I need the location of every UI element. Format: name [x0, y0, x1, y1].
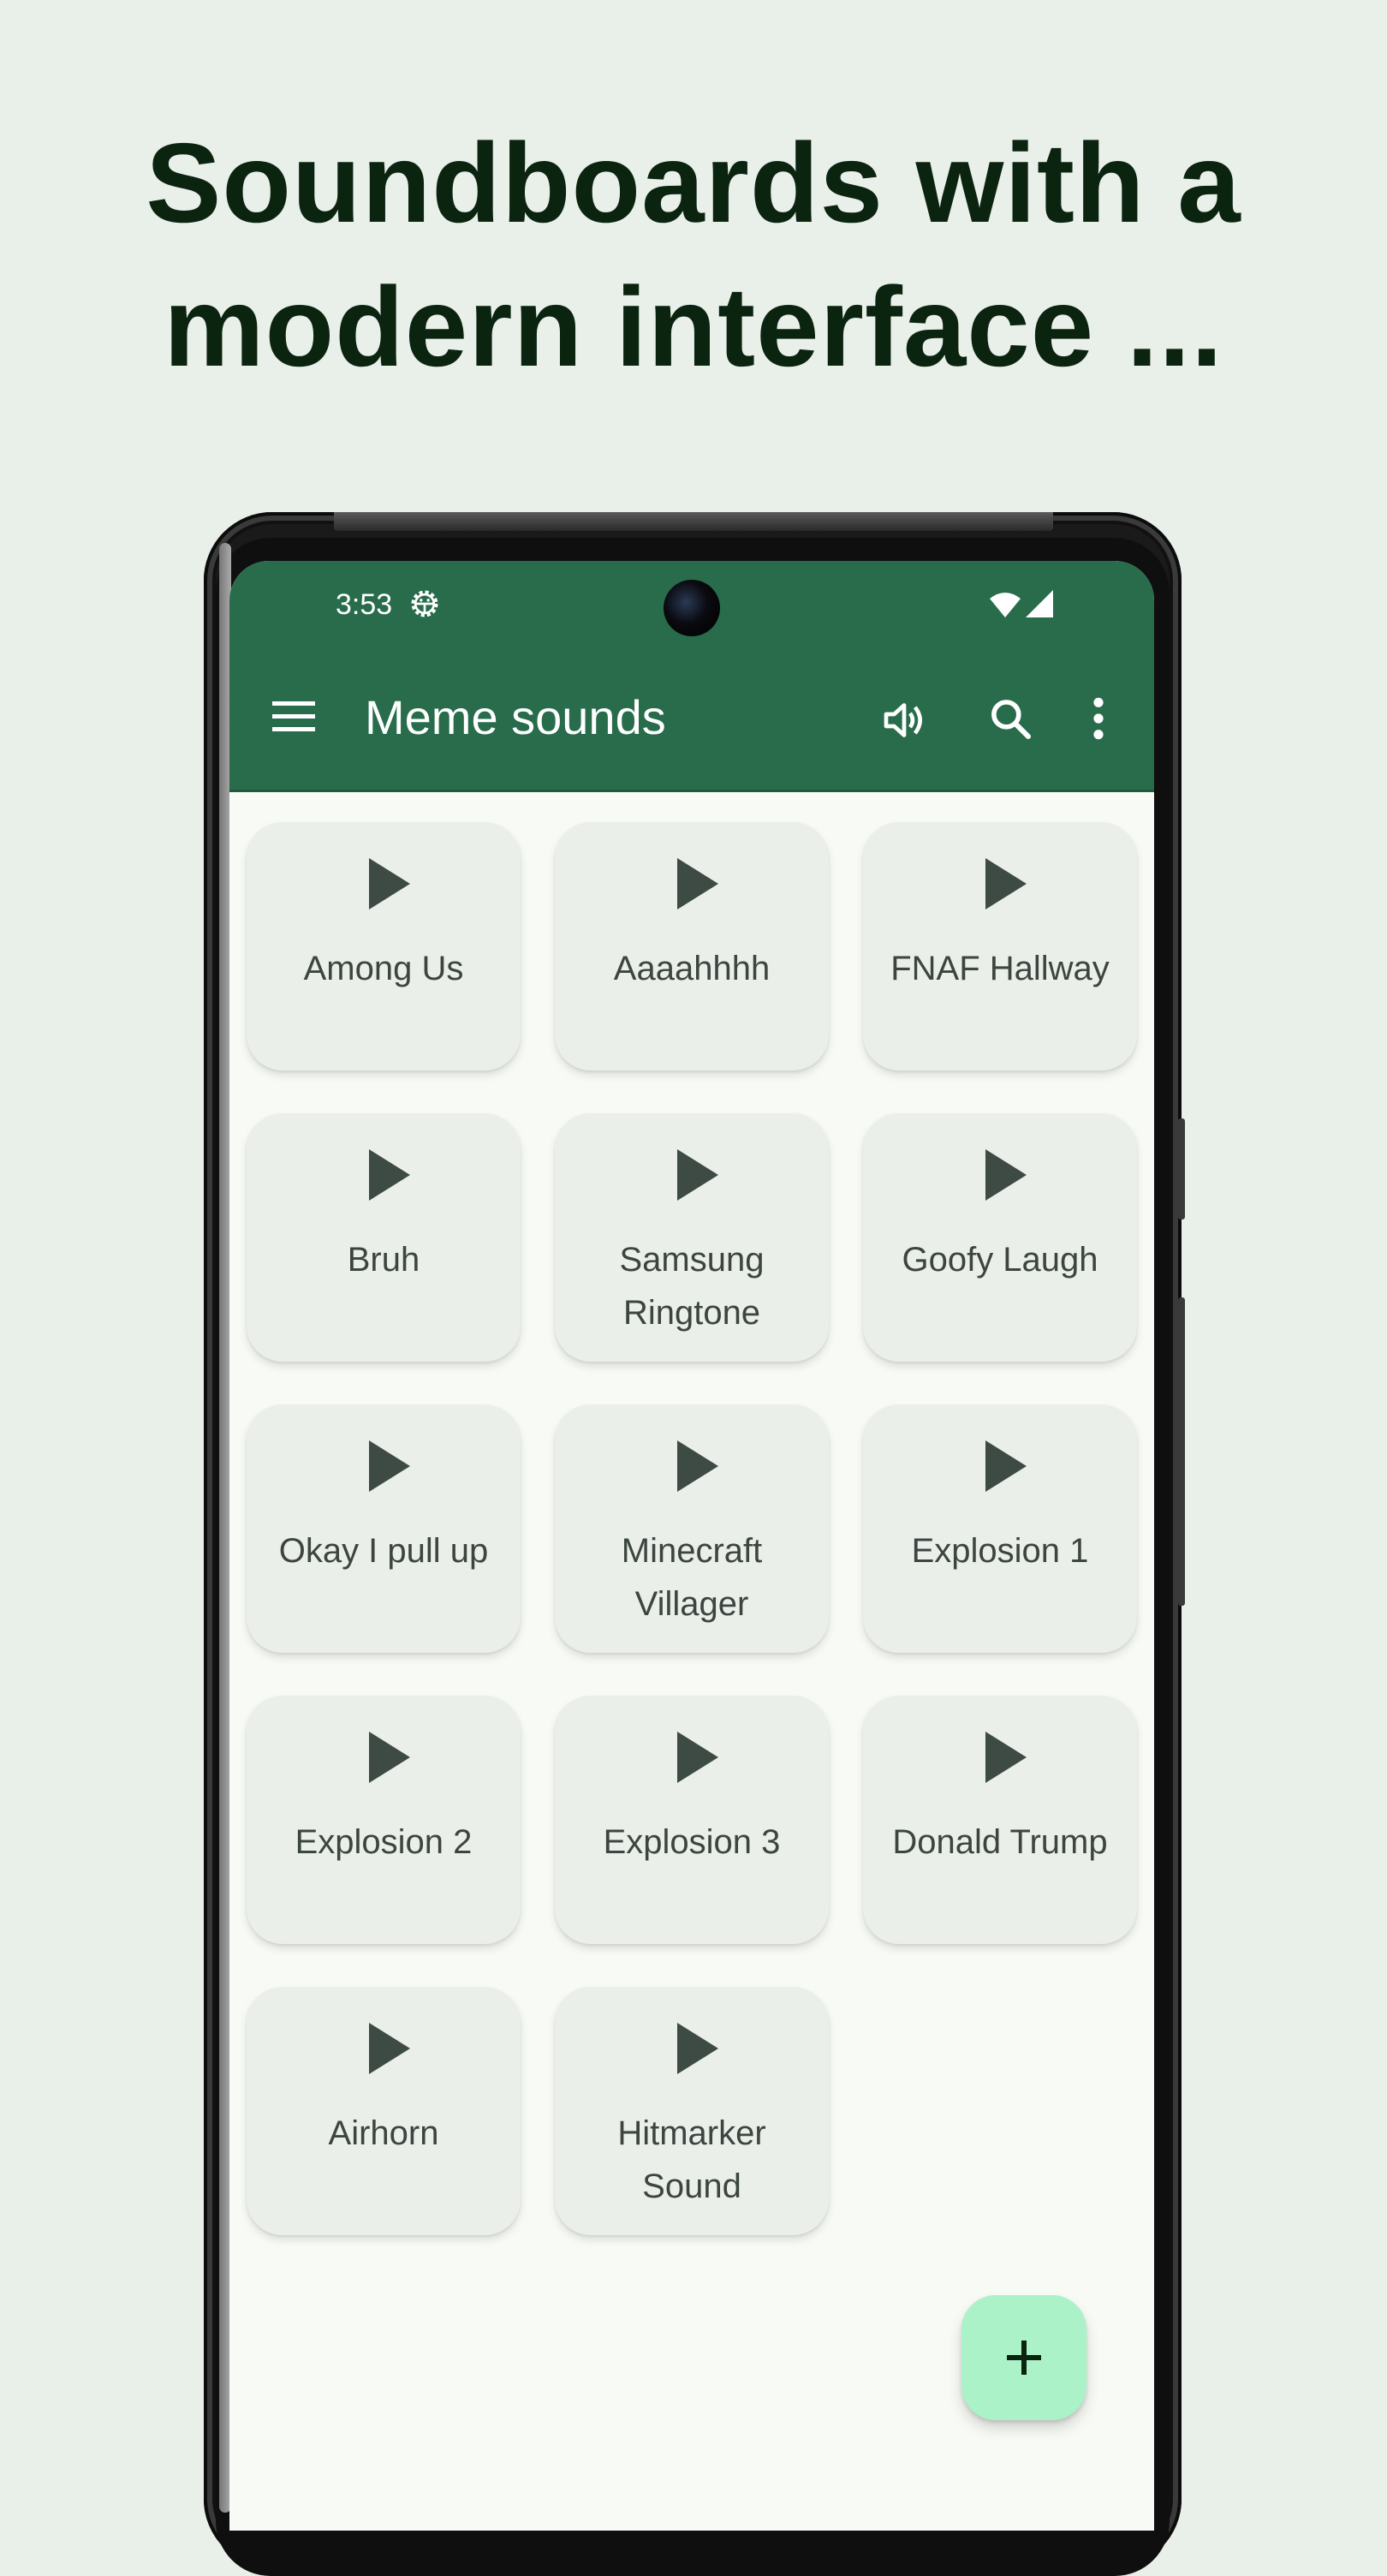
play-icon	[677, 1440, 718, 1492]
phone-volume-button	[1178, 1297, 1185, 1606]
sound-label: Explosion 1	[911, 1532, 1089, 1570]
plus-icon	[1007, 2340, 1041, 2375]
sound-button[interactable]: Goofy Laugh	[863, 1113, 1137, 1362]
volume-icon[interactable]	[880, 696, 928, 744]
sound-button[interactable]: Explosion 2	[247, 1696, 521, 1944]
sound-label: Minecraft Villager	[621, 1532, 763, 1623]
sound-label: Among Us	[303, 950, 464, 987]
play-icon	[985, 858, 1027, 909]
sound-button[interactable]: Among Us	[247, 822, 521, 1070]
app-bar: 3:53 Meme sounds	[229, 561, 1154, 792]
debug-gear-icon	[411, 590, 438, 617]
play-icon	[677, 858, 718, 909]
menu-icon[interactable]	[271, 698, 317, 734]
sound-label: Airhorn	[328, 2114, 439, 2152]
search-icon[interactable]	[986, 695, 1034, 742]
sound-label: Donald Trump	[892, 1823, 1108, 1861]
play-icon	[985, 1149, 1027, 1201]
phone-power-button	[1178, 1118, 1185, 1219]
play-icon	[677, 1149, 718, 1201]
play-icon	[677, 2023, 718, 2074]
sound-button[interactable]: Hitmarker Sound	[555, 1987, 829, 2235]
play-icon	[369, 1440, 410, 1492]
sound-button[interactable]: Donald Trump	[863, 1696, 1137, 1944]
sound-label: Aaaahhhh	[613, 950, 771, 987]
play-icon	[369, 1149, 410, 1201]
sound-label: Explosion 3	[603, 1823, 781, 1861]
more-vert-icon[interactable]	[1086, 695, 1111, 742]
sound-button[interactable]: Okay I pull up	[247, 1404, 521, 1653]
phone-top-edge	[334, 512, 1053, 531]
sound-button[interactable]: Aaaahhhh	[555, 822, 829, 1070]
play-icon	[369, 2023, 410, 2074]
headline-line-1: Soundboards with a	[146, 120, 1241, 246]
add-sound-fab[interactable]	[961, 2295, 1086, 2420]
sound-button[interactable]: Minecraft Villager	[555, 1404, 829, 1653]
headline: Soundboards with a modern interface ...	[0, 111, 1387, 399]
front-camera	[664, 580, 720, 636]
sound-button[interactable]: Explosion 3	[555, 1696, 829, 1944]
sound-label: Hitmarker Sound	[617, 2114, 766, 2205]
play-icon	[369, 1732, 410, 1783]
app-title: Meme sounds	[365, 690, 666, 744]
sound-grid: Among Us Aaaahhhh FNAF Hallway Bruh Sams…	[247, 822, 1137, 2235]
sound-label: Okay I pull up	[278, 1532, 489, 1570]
wifi-icon	[990, 593, 1021, 617]
sound-label: Samsung Ringtone	[619, 1241, 765, 1332]
phone-screen: 3:53 Meme sounds Among Us Aaaahhhh FNAF …	[229, 561, 1154, 2531]
status-time: 3:53	[336, 588, 393, 621]
sound-button[interactable]: Bruh	[247, 1113, 521, 1362]
sound-button[interactable]: Samsung Ringtone	[555, 1113, 829, 1362]
sound-label: Goofy Laugh	[902, 1241, 1098, 1279]
sound-button[interactable]: Explosion 1	[863, 1404, 1137, 1653]
sound-button[interactable]: FNAF Hallway	[863, 822, 1137, 1070]
play-icon	[985, 1440, 1027, 1492]
sound-button[interactable]: Airhorn	[247, 1987, 521, 2235]
sound-label: Explosion 2	[295, 1823, 473, 1861]
play-icon	[369, 858, 410, 909]
cell-signal-icon	[1026, 590, 1053, 617]
play-icon	[985, 1732, 1027, 1783]
sound-label: FNAF Hallway	[890, 950, 1110, 987]
headline-line-2: modern interface ...	[164, 264, 1223, 390]
play-icon	[677, 1732, 718, 1783]
sound-label: Bruh	[347, 1241, 420, 1279]
